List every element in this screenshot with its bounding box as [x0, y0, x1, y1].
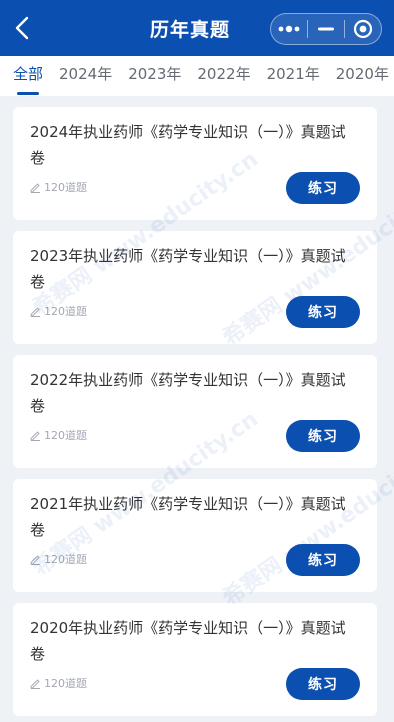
- practice-button[interactable]: 练习: [286, 544, 360, 576]
- paper-title: 2024年执业药师《药学专业知识（一）》真题试卷: [30, 123, 346, 167]
- minimize-button[interactable]: [308, 14, 344, 44]
- question-count: 120道题: [30, 427, 87, 443]
- paper-card[interactable]: 2024年执业药师《药学专业知识（一）》真题试卷 120道题 练习: [13, 107, 377, 220]
- paper-title: 2022年执业药师《药学专业知识（一）》真题试卷: [30, 371, 346, 415]
- pencil-icon: [30, 306, 40, 317]
- tab-2023[interactable]: 2023年: [128, 56, 181, 96]
- paper-title: 2020年执业药师《药学专业知识（一）》真题试卷: [30, 619, 346, 663]
- pencil-icon: [30, 554, 40, 565]
- question-count-label: 120道题: [44, 677, 87, 690]
- target-circle-icon: [353, 19, 373, 39]
- tab-2022[interactable]: 2022年: [197, 56, 250, 96]
- question-count: 120道题: [30, 675, 87, 691]
- more-button[interactable]: [271, 14, 307, 44]
- question-count-label: 120道题: [44, 553, 87, 566]
- pencil-icon: [30, 678, 40, 689]
- question-count-label: 120道题: [44, 305, 87, 318]
- mini-program-capsule: [270, 13, 382, 45]
- question-count: 120道题: [30, 551, 87, 567]
- question-count-label: 120道题: [44, 181, 87, 194]
- chevron-left-icon: [15, 16, 29, 40]
- question-count: 120道题: [30, 179, 87, 195]
- practice-button[interactable]: 练习: [286, 420, 360, 452]
- back-button[interactable]: [10, 16, 34, 40]
- paper-card[interactable]: 2023年执业药师《药学专业知识（一）》真题试卷 120道题 练习: [13, 231, 377, 344]
- question-count-label: 120道题: [44, 429, 87, 442]
- close-button[interactable]: [345, 14, 381, 44]
- minus-icon: [318, 27, 334, 31]
- tab-2020[interactable]: 2020年: [336, 56, 389, 96]
- paper-title: 2021年执业药师《药学专业知识（一）》真题试卷: [30, 495, 346, 539]
- practice-button[interactable]: 练习: [286, 668, 360, 700]
- tab-all[interactable]: 全部: [13, 56, 43, 96]
- more-dots-icon: [278, 25, 300, 33]
- question-count: 120道题: [30, 303, 87, 319]
- tab-2024[interactable]: 2024年: [59, 56, 112, 96]
- practice-button[interactable]: 练习: [286, 296, 360, 328]
- tab-2021[interactable]: 2021年: [267, 56, 320, 96]
- pencil-icon: [30, 182, 40, 193]
- paper-card[interactable]: 2021年执业药师《药学专业知识（一）》真题试卷 120道题 练习: [13, 479, 377, 592]
- practice-button[interactable]: 练习: [286, 172, 360, 204]
- paper-card[interactable]: 2022年执业药师《药学专业知识（一）》真题试卷 120道题 练习: [13, 355, 377, 468]
- page-title: 历年真题: [149, 18, 230, 41]
- year-tabs: 全部 2024年 2023年 2022年 2021年 2020年: [0, 56, 394, 96]
- paper-list: 2024年执业药师《药学专业知识（一）》真题试卷 120道题 练习 2023年执…: [13, 107, 377, 722]
- paper-card[interactable]: 2020年执业药师《药学专业知识（一）》真题试卷 120道题 练习: [13, 603, 377, 716]
- pencil-icon: [30, 430, 40, 441]
- nav-bar: 历年真题: [0, 0, 394, 56]
- paper-title: 2023年执业药师《药学专业知识（一）》真题试卷: [30, 247, 346, 291]
